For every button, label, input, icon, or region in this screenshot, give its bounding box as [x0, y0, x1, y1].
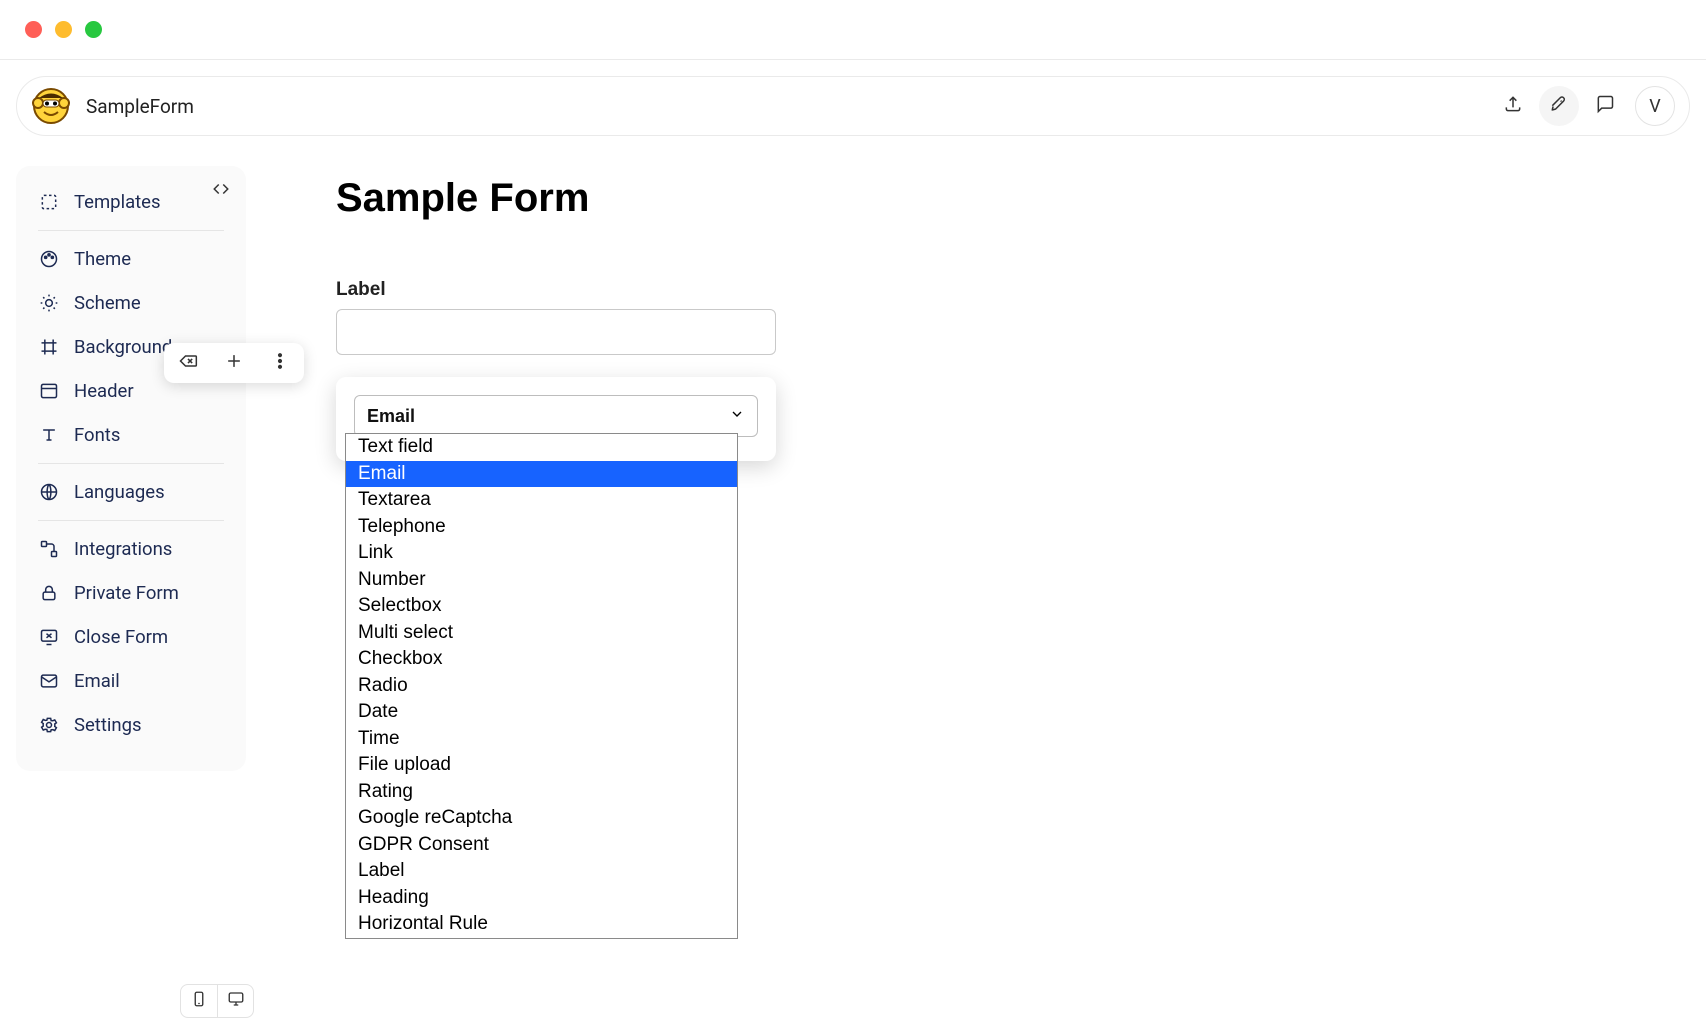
form-name[interactable]: SampleForm [86, 95, 194, 118]
field-type-option[interactable]: Time [346, 726, 737, 753]
sidebar-separator [38, 230, 224, 231]
layout-header-icon [38, 380, 60, 402]
field-type-option[interactable]: Email [346, 461, 737, 488]
field-type-option[interactable]: Multi select [346, 620, 737, 647]
frame-icon [38, 336, 60, 358]
share-upload-icon [1503, 94, 1523, 118]
sidebar-item-label: Theme [74, 248, 131, 270]
sidebar-item-label: Background [74, 336, 172, 358]
sidebar-item-label: Languages [74, 481, 165, 503]
window-titlebar [0, 0, 1706, 60]
sidebar-item-label: Fonts [74, 424, 120, 446]
code-angle-brackets-icon [212, 180, 230, 202]
field-type-option[interactable]: Number [346, 567, 737, 594]
sidebar-item-label: Integrations [74, 538, 172, 560]
mail-icon [38, 670, 60, 692]
field-type-panel: Email Text fieldEmailTextareaTelephoneLi… [336, 377, 776, 461]
window-minimize-dot[interactable] [55, 21, 72, 38]
field-type-option[interactable]: Radio [346, 673, 737, 700]
add-field-button[interactable] [222, 351, 246, 375]
field-type-option[interactable]: Date [346, 699, 737, 726]
device-desktop-button[interactable] [217, 985, 253, 1017]
monitor-x-icon [38, 626, 60, 648]
field-type-option[interactable]: Google reCaptcha [346, 805, 737, 832]
field-type-selected-value: Email [367, 406, 415, 427]
sidebar-item-integrations[interactable]: Integrations [16, 527, 246, 571]
sidebar-item-private-form[interactable]: Private Form [16, 571, 246, 615]
field-type-option[interactable]: Text field [346, 434, 737, 461]
field-type-option[interactable]: Link [346, 540, 737, 567]
sidebar-item-theme[interactable]: Theme [16, 237, 246, 281]
comments-button[interactable] [1585, 86, 1625, 126]
sidebar-item-settings[interactable]: Settings [16, 703, 246, 747]
workflow-icon [38, 538, 60, 560]
sidebar-item-close-form[interactable]: Close Form [16, 615, 246, 659]
sidebar-item-label: Header [74, 380, 134, 402]
palette-icon [38, 248, 60, 270]
field-type-select[interactable]: Email [354, 395, 758, 437]
form-title[interactable]: Sample Form [336, 176, 1690, 221]
templates-icon [38, 191, 60, 213]
sidebar-item-label: Settings [74, 714, 142, 736]
sidebar-item-languages[interactable]: Languages [16, 470, 246, 514]
device-mobile-button[interactable] [181, 985, 217, 1017]
sidebar-item-scheme[interactable]: Scheme [16, 281, 246, 325]
launch-button[interactable] [1539, 86, 1579, 126]
field-type-option[interactable]: Textarea [346, 487, 737, 514]
field-type-option[interactable]: File upload [346, 752, 737, 779]
field-type-option[interactable]: GDPR Consent [346, 832, 737, 859]
field-label: Label [336, 279, 776, 301]
code-toggle-button[interactable] [208, 178, 234, 204]
sidebar-item-label: Templates [74, 191, 161, 213]
field-type-option[interactable]: Checkbox [346, 646, 737, 673]
sun-moon-icon [38, 292, 60, 314]
rocket-icon [1549, 94, 1569, 118]
app-header: SampleForm V [16, 76, 1690, 136]
smartphone-icon [190, 990, 208, 1012]
message-square-icon [1595, 94, 1615, 118]
form-canvas: Sample Form Label Email Text fieldEmailT… [336, 166, 1690, 461]
form-field-block[interactable]: Label [336, 279, 776, 355]
gear-icon [38, 714, 60, 736]
user-avatar[interactable]: V [1635, 86, 1675, 126]
device-preview-switch [180, 984, 254, 1018]
field-type-option[interactable]: Label [346, 858, 737, 885]
window-maximize-dot[interactable] [85, 21, 102, 38]
field-type-option[interactable]: Rating [346, 779, 737, 806]
field-row-toolbar [164, 343, 304, 383]
sidebar-item-label: Email [74, 670, 120, 692]
sidebar-item-label: Scheme [74, 292, 141, 314]
type-icon [38, 424, 60, 446]
sidebar: Templates Theme Scheme Background Header… [16, 166, 246, 771]
monitor-icon [227, 990, 245, 1012]
globe-icon [38, 481, 60, 503]
backspace-x-icon [178, 351, 198, 375]
sidebar-item-email[interactable]: Email [16, 659, 246, 703]
share-button[interactable] [1493, 86, 1533, 126]
field-type-option[interactable]: Selectbox [346, 593, 737, 620]
sidebar-separator [38, 520, 224, 521]
window-close-dot[interactable] [25, 21, 42, 38]
sidebar-separator [38, 463, 224, 464]
app-logo-icon [31, 86, 71, 126]
field-more-button[interactable] [268, 351, 292, 375]
sidebar-item-fonts[interactable]: Fonts [16, 413, 246, 457]
field-type-dropdown[interactable]: Text fieldEmailTextareaTelephoneLinkNumb… [345, 433, 738, 939]
sidebar-item-label: Close Form [74, 626, 168, 648]
delete-field-button[interactable] [176, 351, 200, 375]
plus-icon [224, 351, 244, 375]
chevron-down-icon [729, 406, 745, 427]
more-vertical-icon [270, 351, 290, 375]
sidebar-item-label: Private Form [74, 582, 179, 604]
field-text-input[interactable] [336, 309, 776, 355]
field-type-option[interactable]: Heading [346, 885, 737, 912]
field-type-option[interactable]: Horizontal Rule [346, 911, 737, 938]
field-type-option[interactable]: Telephone [346, 514, 737, 541]
lock-icon [38, 582, 60, 604]
